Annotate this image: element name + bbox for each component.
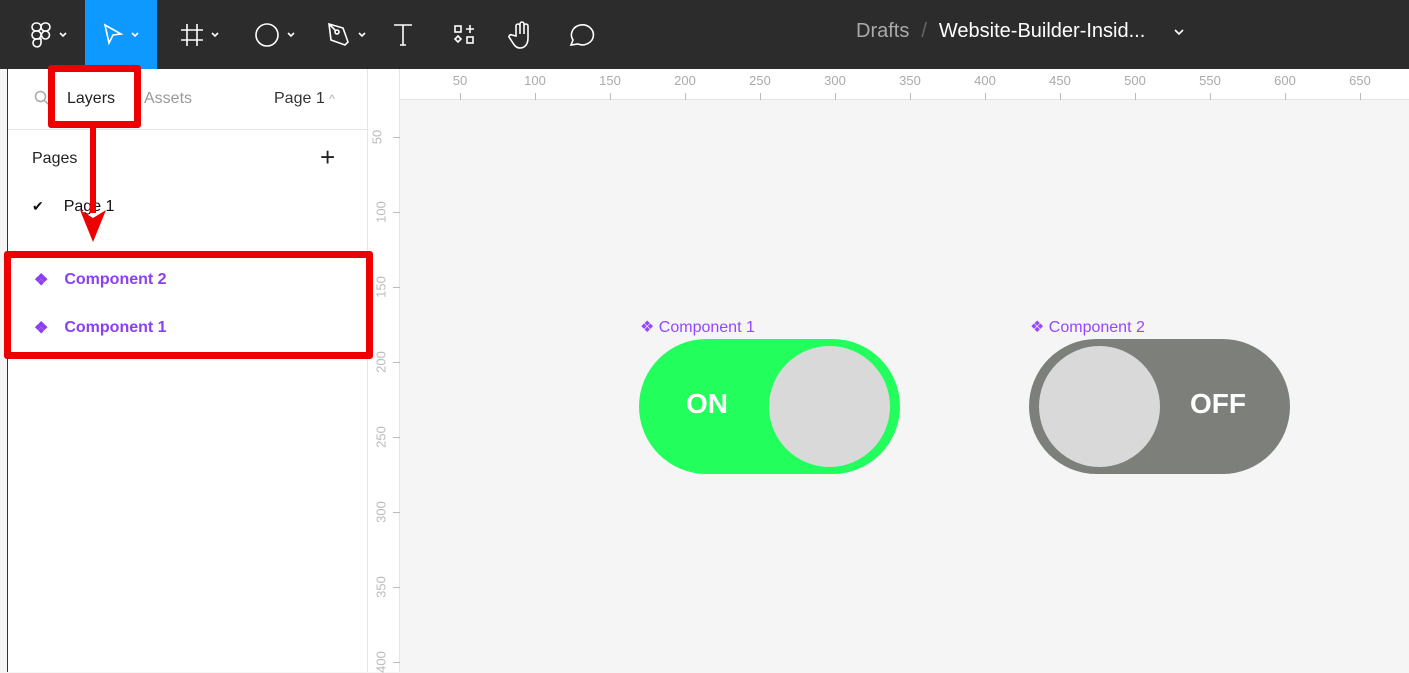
chevron-up-icon: ^ (329, 92, 335, 106)
ruler-y-label: 250 (373, 426, 389, 448)
frame-icon (181, 23, 203, 46)
file-name[interactable]: Website-Builder-Insid... (939, 20, 1145, 43)
ruler-x-label: 500 (1124, 73, 1146, 88)
ruler-y-label: 400 (373, 651, 389, 673)
cursor-icon (103, 22, 124, 45)
chevron-down-icon (358, 31, 366, 37)
ruler-x-label: 50 (452, 73, 468, 88)
ruler-x-label: 550 (1199, 73, 1221, 88)
hand-tool-button[interactable] (504, 0, 540, 69)
ruler-x-tick (610, 93, 611, 100)
toggle-state-label: OFF (1190, 388, 1246, 419)
resources-icon (453, 24, 474, 44)
highlight-box-layers-list (4, 251, 373, 359)
pen-tool-button[interactable] (312, 0, 382, 69)
toggle-knob (1039, 346, 1160, 467)
red-arrow-annotation (80, 128, 106, 242)
resources-button[interactable] (446, 0, 482, 69)
hand-icon (508, 20, 529, 49)
ruler-y-tick (393, 362, 400, 363)
ruler-x-label: 250 (749, 73, 771, 88)
ruler-y-tick (393, 512, 400, 513)
ruler-x-label: 150 (599, 73, 621, 88)
toggle-off[interactable]: OFF (1029, 339, 1290, 474)
ruler-y-tick (393, 662, 400, 663)
main-menu-button[interactable] (14, 0, 84, 69)
ruler-x-label: 600 (1274, 73, 1296, 88)
component-1-label[interactable]: ❖ Component 1 (640, 317, 755, 337)
toggle-state-label: ON (686, 388, 728, 419)
page-selector[interactable]: Page 1 ^ (274, 90, 335, 108)
ruler-y-label: 100 (373, 201, 389, 223)
ruler-x-label: 450 (1049, 73, 1071, 88)
ruler-x-tick (985, 93, 986, 100)
breadcrumb-drafts[interactable]: Drafts (856, 20, 909, 43)
ruler-x-label: 200 (674, 73, 696, 88)
ruler-x-label: 100 (524, 73, 546, 88)
pen-icon (328, 22, 349, 46)
component-name: Component 1 (658, 319, 755, 336)
text-icon (394, 23, 412, 46)
ellipse-icon (255, 22, 279, 47)
ruler-x-tick (1210, 93, 1211, 100)
comment-icon (569, 23, 595, 46)
figma-logo-icon (31, 21, 51, 48)
ruler-x-tick (760, 93, 761, 100)
ruler-y-label: 300 (373, 501, 389, 523)
page-selector-label: Page 1 (274, 90, 325, 107)
ruler-y-tick (393, 212, 400, 213)
horizontal-ruler: 50 100 150 200 250 300 350 400 450 500 550 600 650 (368, 69, 1409, 100)
frame-tool-button[interactable] (165, 0, 235, 69)
comment-tool-button[interactable] (563, 0, 599, 69)
chevron-down-icon (287, 31, 295, 37)
layers-panel: Layers Assets Page 1 ^ Pages + ✔ Page 1 ❖… (7, 69, 368, 672)
ruler-x-tick (1285, 93, 1286, 100)
ruler-x-tick (685, 93, 686, 100)
component-name: Component 2 (1048, 319, 1145, 336)
vertical-ruler: 50 100 150 200 250 300 350 400 (368, 69, 400, 673)
check-icon: ✔ (32, 198, 44, 214)
pages-heading: Pages (32, 150, 78, 167)
ruler-x-tick (1060, 93, 1061, 100)
chevron-down-icon (131, 31, 139, 37)
toggle-knob (769, 346, 890, 467)
component-2-label[interactable]: ❖ Component 2 (1030, 317, 1145, 337)
ruler-x-label: 400 (974, 73, 996, 88)
move-tool-button[interactable] (85, 0, 157, 69)
tab-assets[interactable]: Assets (144, 90, 192, 108)
chevron-down-icon (59, 31, 67, 37)
ruler-x-label: 300 (824, 73, 846, 88)
ruler-x-tick (910, 93, 911, 100)
ruler-y-tick (393, 287, 400, 288)
shape-tool-button[interactable] (240, 0, 310, 69)
ruler-y-label: 50 (369, 129, 385, 145)
ruler-x-tick (460, 93, 461, 100)
toggle-on[interactable]: ON (639, 339, 900, 474)
ruler-x-label: 650 (1349, 73, 1371, 88)
ruler-x-tick (1360, 93, 1361, 100)
ruler-y-tick (393, 587, 400, 588)
chevron-down-icon[interactable] (1173, 27, 1185, 37)
highlight-box-layers-tab (48, 65, 141, 128)
breadcrumb-separator: / (921, 20, 927, 42)
ruler-x-tick (535, 93, 536, 100)
chevron-down-icon (211, 31, 219, 37)
ruler-x-tick (1135, 93, 1136, 100)
text-tool-button[interactable] (385, 0, 421, 69)
breadcrumb: Drafts / Website-Builder-Insid... (856, 20, 1185, 43)
ruler-y-label: 350 (373, 576, 389, 598)
add-page-button[interactable]: + (320, 144, 335, 170)
ruler-x-tick (835, 93, 836, 100)
toolbar: Drafts / Website-Builder-Insid... (0, 0, 1409, 69)
ruler-y-label: 150 (373, 276, 389, 298)
ruler-y-tick (393, 137, 400, 138)
ruler-x-label: 350 (899, 73, 921, 88)
ruler-y-label: 200 (373, 351, 389, 373)
ruler-y-tick (393, 437, 400, 438)
